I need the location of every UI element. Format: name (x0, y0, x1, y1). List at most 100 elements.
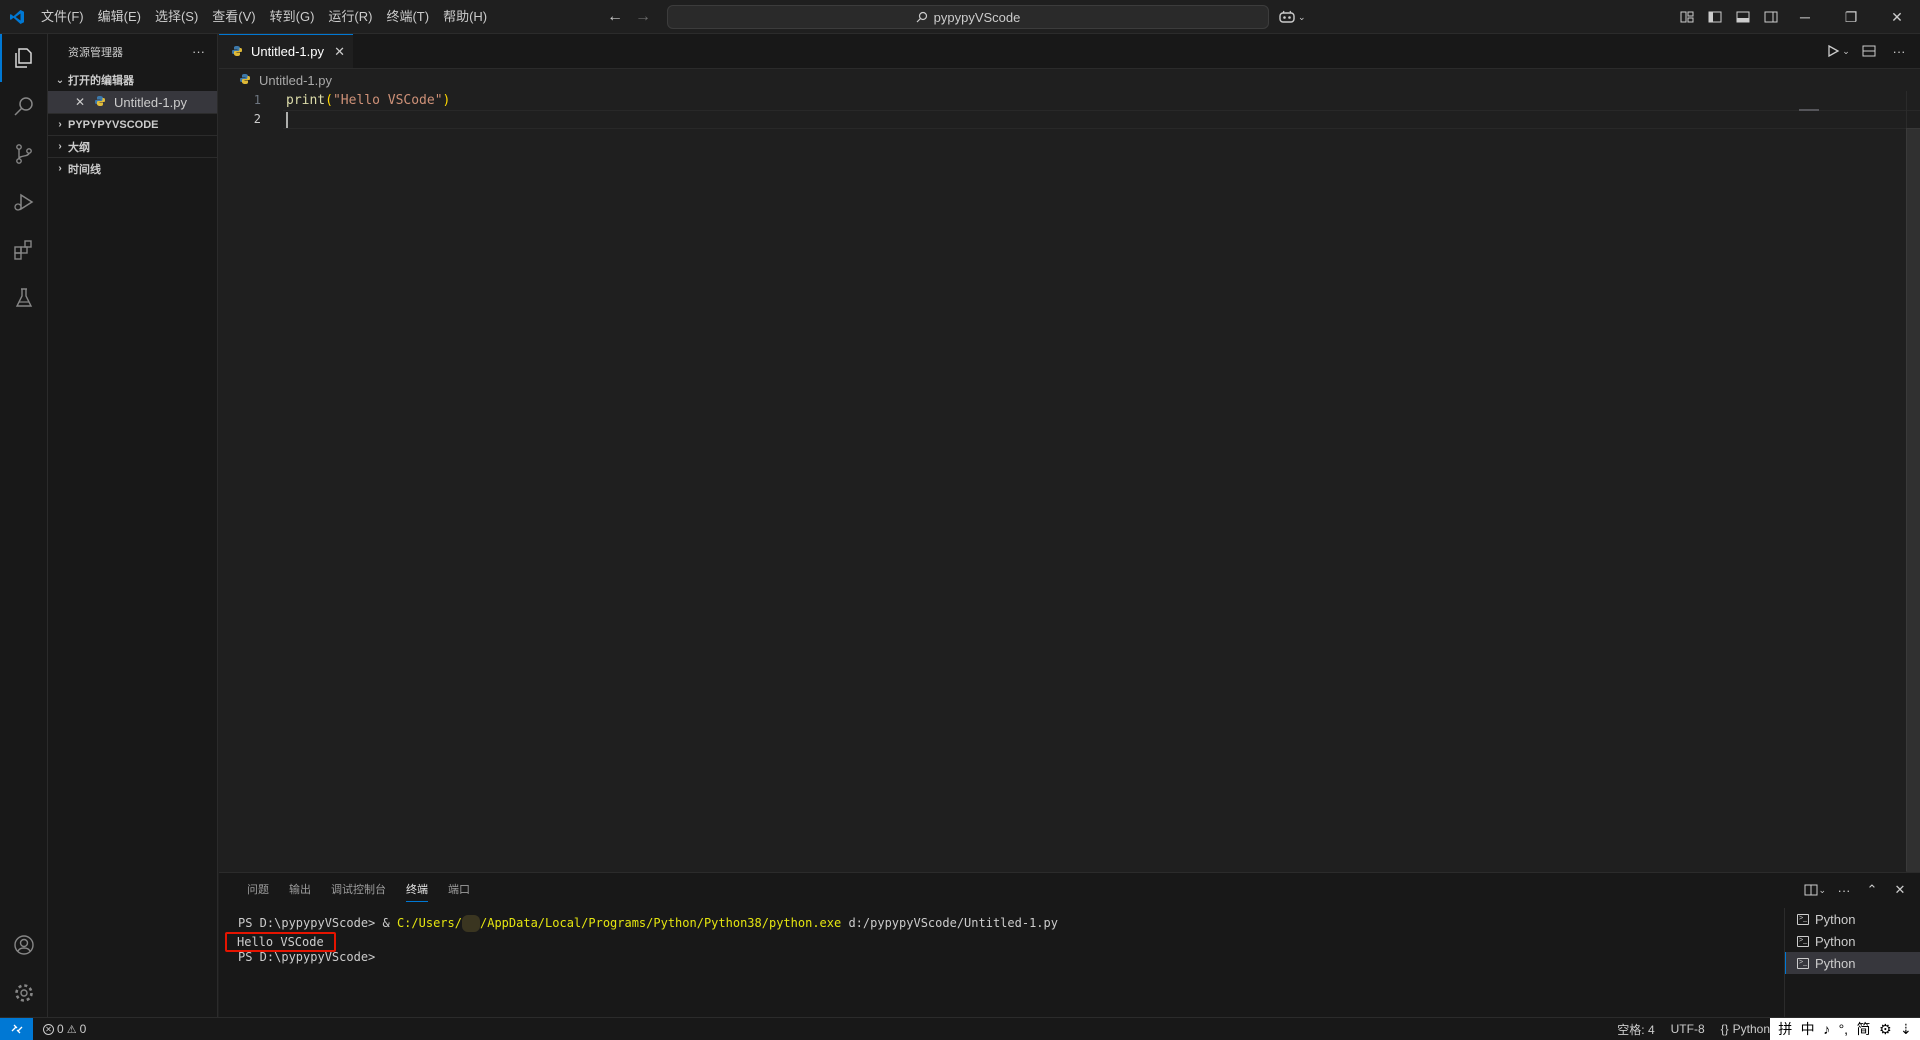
close-icon[interactable]: ✕ (72, 95, 88, 109)
code-editor[interactable]: 1 print("Hello VSCode") 2 (219, 91, 1920, 129)
settings-gear-icon[interactable] (0, 969, 48, 1017)
search-activity-icon[interactable] (0, 82, 48, 130)
terminal-output[interactable]: PS D:\pypypyVScode> & C:/Users/ /AppData… (225, 915, 1058, 966)
terminal-line: Hello VSCode (225, 932, 1058, 952)
menu-run[interactable]: 运行(R) (321, 5, 379, 29)
toggle-primary-sidebar-icon[interactable] (1704, 6, 1726, 28)
menu-terminal[interactable]: 终端(T) (379, 5, 436, 29)
bottom-panel: 问题 输出 调试控制台 终端 端口 ⌄ ··· ⌃ ✕ PS D:\pypypy… (219, 872, 1920, 1017)
window-controls: ─ ❐ ✕ (1782, 0, 1920, 34)
more-actions-icon[interactable]: ··· (1888, 40, 1910, 62)
braces-icon: {} (1720, 1022, 1729, 1036)
scrollbar-thumb[interactable] (1906, 128, 1920, 878)
sidebar-title: 资源管理器 (68, 46, 123, 59)
close-window-icon[interactable]: ✕ (1874, 0, 1920, 34)
toggle-secondary-sidebar-icon[interactable] (1760, 6, 1782, 28)
maximize-panel-icon[interactable]: ⌃ (1862, 880, 1882, 900)
timeline-label: 时间线 (68, 163, 101, 176)
outline-section[interactable]: › 大纲 (48, 135, 217, 157)
close-panel-icon[interactable]: ✕ (1890, 880, 1910, 900)
encoding-status[interactable]: UTF-8 (1671, 1022, 1705, 1036)
problems-status[interactable]: ✕ 0 ⚠ 0 (33, 1022, 86, 1036)
terminal-instance[interactable]: >_ Python (1785, 930, 1920, 952)
vscode-logo-icon (0, 0, 34, 34)
layout-controls (1676, 6, 1782, 28)
back-arrow-icon[interactable]: ← (604, 6, 626, 28)
tab-output[interactable]: 输出 (279, 873, 321, 908)
terminal-icon: >_ (1797, 957, 1809, 969)
editor-scrollbar[interactable] (1906, 91, 1920, 878)
breadcrumb: Untitled-1.py (219, 69, 1920, 91)
restore-icon[interactable]: ❐ (1828, 0, 1874, 34)
outline-label: 大纲 (68, 141, 90, 154)
forward-arrow-icon[interactable]: → (632, 6, 654, 28)
minimap[interactable] (1784, 91, 1920, 871)
line-number: 1 (253, 93, 261, 107)
ime-item[interactable]: 拼 (1778, 1019, 1792, 1039)
breadcrumb-file[interactable]: Untitled-1.py (259, 73, 332, 88)
command-center-text: pypypyVScode (933, 9, 1021, 25)
open-editors-section[interactable]: ⌄ 打开的编辑器 (48, 69, 217, 91)
language-status[interactable]: {} Python (1721, 1022, 1770, 1036)
tab-debug-console[interactable]: 调试控制台 (321, 873, 396, 908)
error-count: 0 (57, 1022, 64, 1036)
more-actions-icon[interactable]: ··· (192, 44, 205, 59)
tab-problems[interactable]: 问题 (237, 873, 279, 908)
explorer-icon[interactable] (0, 34, 48, 82)
customize-layout-icon[interactable] (1676, 6, 1698, 28)
editor-actions: ⌄ ··· (1822, 40, 1910, 62)
chevron-right-icon: › (58, 163, 62, 174)
menu-file[interactable]: 文件(F) (34, 5, 91, 29)
search-icon (916, 11, 927, 23)
python-file-icon (239, 73, 253, 87)
split-editor-icon[interactable] (1858, 40, 1880, 62)
close-tab-icon[interactable]: ✕ (334, 44, 345, 60)
open-editor-item[interactable]: ✕ Untitled-1.py (48, 91, 217, 113)
title-bar: 文件(F) 编辑(E) 选择(S) 查看(V) 转到(G) 运行(R) 终端(T… (0, 0, 1920, 34)
command-center-search[interactable]: pypypyVScode (667, 5, 1269, 29)
timeline-section[interactable]: › 时间线 (48, 157, 217, 179)
terminal-line: PS D:\pypypyVScode> (238, 950, 376, 964)
source-control-icon[interactable] (0, 130, 48, 178)
remote-indicator-icon[interactable] (0, 1018, 33, 1040)
chevron-right-icon: › (58, 119, 62, 130)
code-text: print("Hello VSCode") (286, 93, 451, 108)
ime-item[interactable]: 中 (1801, 1019, 1815, 1039)
copilot-button[interactable]: ⌄ (1278, 6, 1306, 28)
terminal-instance-active[interactable]: >_ Python (1785, 952, 1920, 974)
chevron-down-icon[interactable]: ⌄ (1842, 40, 1850, 62)
indentation-status[interactable]: 空格: 4 (1617, 1021, 1654, 1038)
accounts-icon[interactable] (0, 921, 48, 969)
split-terminal-icon[interactable]: ⌄ (1804, 880, 1826, 900)
ime-item[interactable]: 简 (1857, 1019, 1871, 1039)
extensions-icon[interactable] (0, 226, 48, 274)
more-actions-icon[interactable]: ··· (1834, 880, 1854, 900)
run-python-file-icon[interactable] (1822, 40, 1844, 62)
menu-selection[interactable]: 选择(S) (148, 5, 205, 29)
python-file-icon (94, 95, 108, 109)
menu-view[interactable]: 查看(V) (205, 5, 262, 29)
navigation-arrows: ← → (604, 6, 654, 28)
terminal-instance[interactable]: >_ Python (1785, 908, 1920, 930)
tab-terminal[interactable]: 终端 (396, 873, 438, 908)
ime-item[interactable]: °, (1839, 1021, 1849, 1037)
menu-help[interactable]: 帮助(H) (436, 5, 494, 29)
current-line-highlight (283, 110, 1920, 129)
ime-item[interactable]: ⚙ (1879, 1021, 1892, 1038)
menu-go[interactable]: 转到(G) (263, 5, 322, 29)
minimize-icon[interactable]: ─ (1782, 0, 1828, 34)
menu-edit[interactable]: 编辑(E) (91, 5, 148, 29)
run-debug-icon[interactable] (0, 178, 48, 226)
ime-item[interactable]: ⇣ (1900, 1021, 1912, 1038)
tab-ports[interactable]: 端口 (438, 873, 480, 908)
copilot-icon (1279, 10, 1295, 23)
tab-untitled-1[interactable]: Untitled-1.py ✕ (219, 34, 353, 68)
toggle-panel-icon[interactable] (1732, 6, 1754, 28)
panel-actions: ⌄ ··· ⌃ ✕ (1804, 880, 1910, 900)
testing-flask-icon[interactable] (0, 274, 48, 322)
folder-label: PYPYPYVSCODE (68, 118, 159, 131)
ime-toolbar: 拼 中 ♪ °, 简 ⚙ ⇣ (1770, 1018, 1920, 1040)
code-line-current: 2 (219, 110, 1920, 129)
ime-item[interactable]: ♪ (1823, 1021, 1830, 1037)
folder-section[interactable]: › PYPYPYVSCODE (48, 113, 217, 135)
